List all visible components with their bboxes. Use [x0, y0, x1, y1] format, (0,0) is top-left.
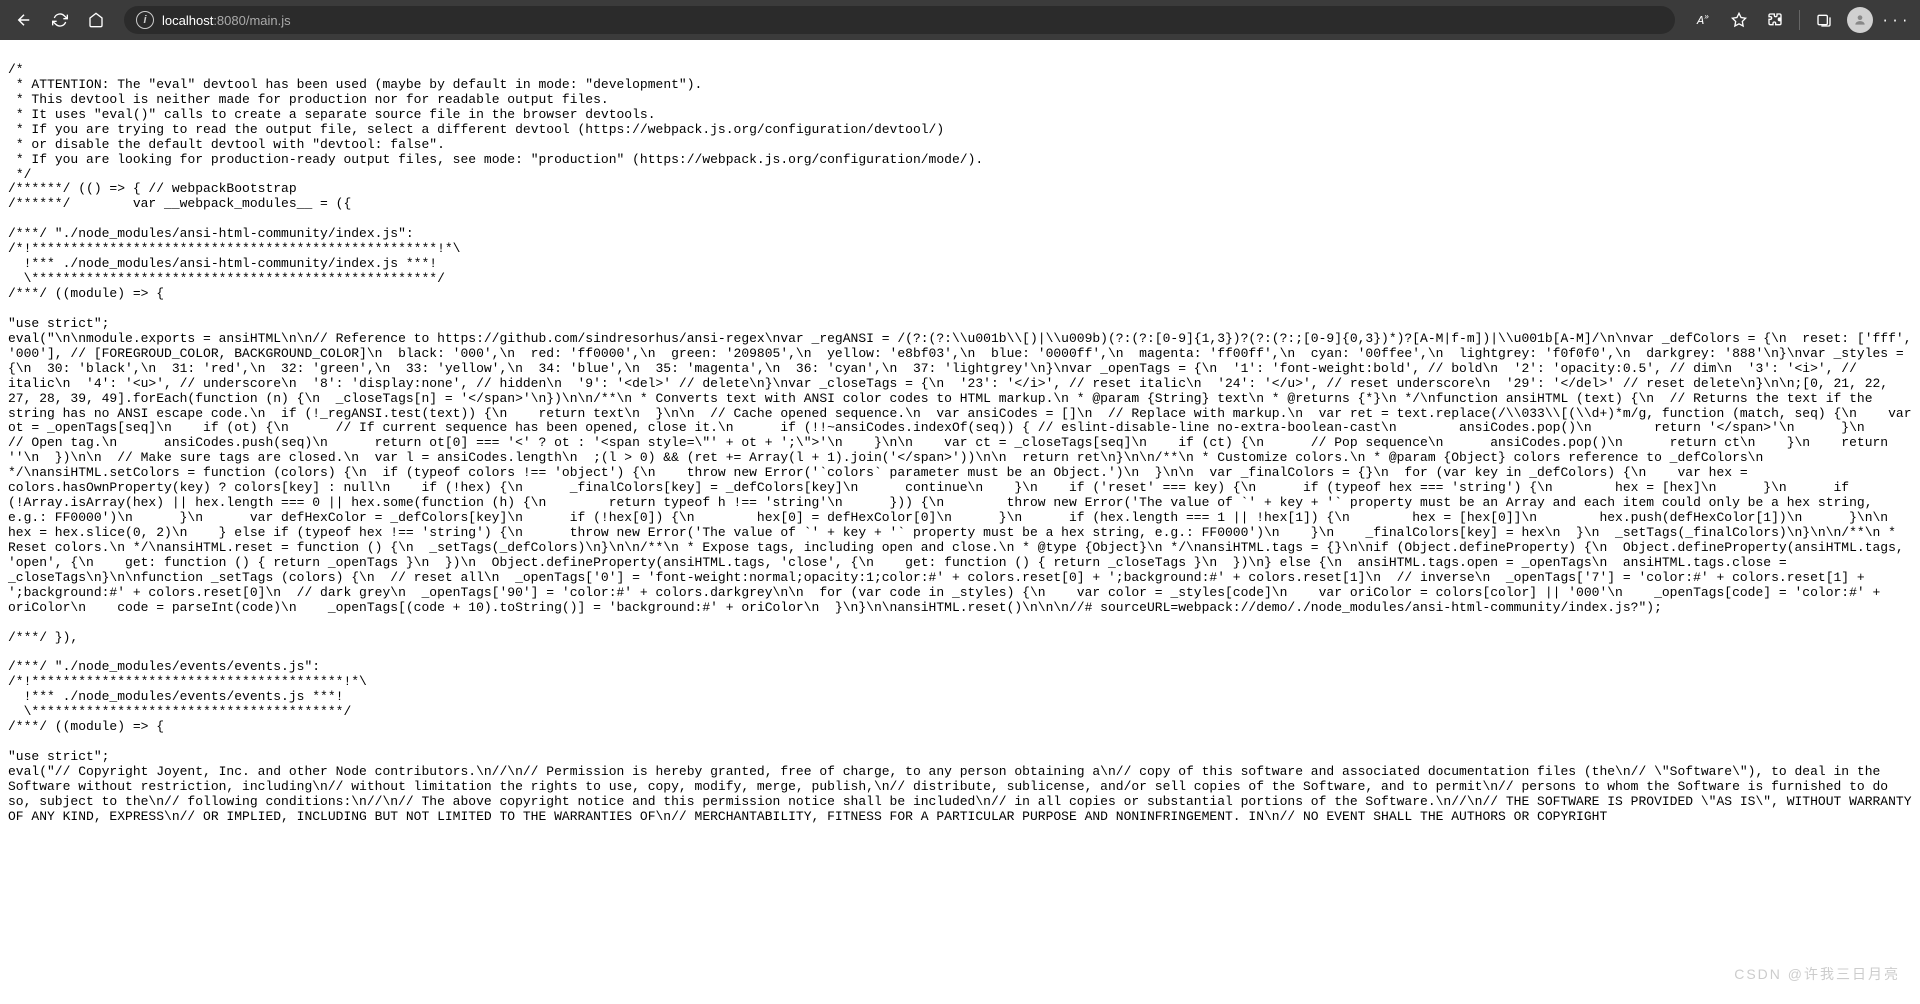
code-eval2: eval("// Copyright Joyent, Inc. and othe…	[8, 764, 1919, 824]
code-header: /* * ATTENTION: The "eval" devtool has b…	[8, 62, 983, 331]
avatar-icon	[1847, 7, 1873, 33]
url-display: localhost:8080/main.js	[162, 13, 291, 28]
page-content: /* * ATTENTION: The "eval" devtool has b…	[0, 40, 1920, 833]
refresh-button[interactable]	[44, 4, 76, 36]
reader-icon: A»	[1697, 13, 1709, 28]
menu-button[interactable]: ···	[1880, 4, 1912, 36]
browser-toolbar: i localhost:8080/main.js A» ···	[0, 0, 1920, 40]
toolbar-right: A» ···	[1687, 4, 1912, 36]
url-host: localhost	[162, 13, 213, 28]
back-button[interactable]	[8, 4, 40, 36]
reader-button[interactable]: A»	[1687, 4, 1719, 36]
url-path: /main.js	[246, 13, 291, 28]
profile-button[interactable]	[1844, 4, 1876, 36]
toolbar-divider	[1799, 10, 1800, 30]
home-button[interactable]	[80, 4, 112, 36]
address-bar[interactable]: i localhost:8080/main.js	[124, 6, 1675, 34]
nav-buttons	[8, 4, 112, 36]
refresh-icon	[52, 12, 68, 28]
puzzle-icon	[1767, 12, 1783, 28]
more-icon: ···	[1881, 13, 1910, 28]
home-icon	[88, 12, 104, 28]
star-icon	[1731, 12, 1747, 28]
url-port: :8080	[213, 13, 246, 28]
collections-icon	[1816, 12, 1832, 28]
code-eval1: eval("\n\nmodule.exports = ansiHTML\n\n/…	[8, 331, 1920, 764]
collections-button[interactable]	[1808, 4, 1840, 36]
watermark: CSDN @许我三日月亮	[1734, 964, 1900, 984]
extensions-button[interactable]	[1759, 4, 1791, 36]
favorite-button[interactable]	[1723, 4, 1755, 36]
site-info-icon[interactable]: i	[136, 11, 154, 29]
back-icon	[15, 11, 33, 29]
